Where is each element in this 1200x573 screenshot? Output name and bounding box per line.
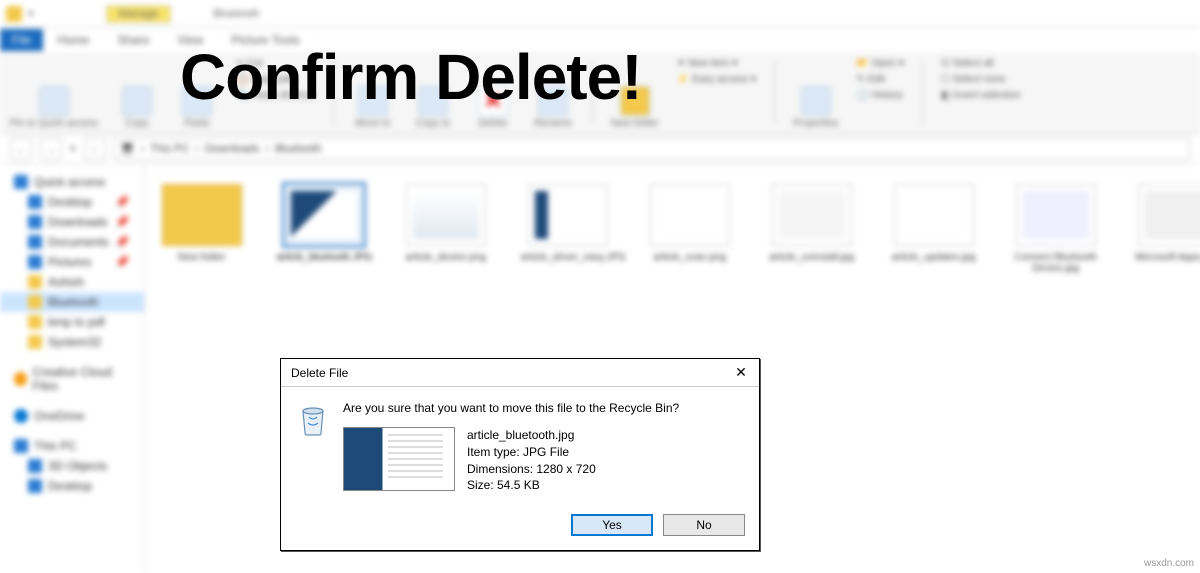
sidebar-desktop2[interactable]: Desktop xyxy=(0,476,144,496)
file-item[interactable]: article_scan.png xyxy=(643,184,737,263)
window-title: Bluetooth xyxy=(213,8,259,20)
headline-text: Confirm Delete! xyxy=(180,40,642,114)
recycle-bin-icon xyxy=(295,401,331,437)
address-bar: ← → ▾ ↑ 🖥 ›This PC ›Downloads ›Bluetooth xyxy=(0,134,1200,164)
sidebar-downloads[interactable]: Downloads📌 xyxy=(0,212,144,232)
app-icon xyxy=(6,6,22,22)
sidebar-onedrive[interactable]: OneDrive xyxy=(0,406,144,426)
delete-file-dialog: Delete File ✕ Are you sure that you want… xyxy=(280,358,760,551)
back-button[interactable]: ← xyxy=(10,138,32,160)
sidebar-system32[interactable]: System32 xyxy=(0,332,144,352)
file-dimensions: Dimensions: 1280 x 720 xyxy=(467,461,596,478)
file-name: article_bluetooth.jpg xyxy=(467,427,596,444)
dialog-title: Delete File xyxy=(291,366,348,380)
yes-button[interactable]: Yes xyxy=(571,514,653,536)
file-size: Size: 54.5 KB xyxy=(467,477,596,494)
ribbon-copy[interactable]: Copy xyxy=(116,56,158,129)
sidebar: Quick access Desktop📌 Downloads📌 Documen… xyxy=(0,164,145,573)
sidebar-this-pc[interactable]: This PC xyxy=(0,436,144,456)
file-item[interactable]: article_updates.jpg xyxy=(887,184,981,263)
ribbon-pin[interactable]: Pin to Quick access xyxy=(10,56,98,129)
file-metadata: article_bluetooth.jpg Item type: JPG Fil… xyxy=(467,427,596,494)
watermark: wsxdn.com xyxy=(1144,558,1194,569)
tab-share[interactable]: Share xyxy=(103,29,163,51)
sidebar-3d-objects[interactable]: 3D Objects xyxy=(0,456,144,476)
sidebar-pictures[interactable]: Pictures📌 xyxy=(0,252,144,272)
sidebar-creative-cloud[interactable]: Creative Cloud Files xyxy=(0,362,144,396)
file-item[interactable]: article_driver_easy.JPG xyxy=(521,184,615,263)
no-button[interactable]: No xyxy=(663,514,745,536)
file-item[interactable]: article_device.png xyxy=(399,184,493,263)
file-thumbnail xyxy=(343,427,455,491)
up-button[interactable]: ↑ xyxy=(84,138,106,160)
sidebar-quick-access[interactable]: Quick access xyxy=(0,172,144,192)
title-bar: ▾ Manage Bluetooth xyxy=(0,0,1200,28)
ribbon-new-extras[interactable]: ✦ New item ▾ ⚡ Easy access ▾ xyxy=(677,56,756,129)
sidebar-desktop[interactable]: Desktop📌 xyxy=(0,192,144,212)
tab-home[interactable]: Home xyxy=(43,29,103,51)
ribbon-open-extras[interactable]: 📂 Open ▾ ✎ Edit 🕒 History xyxy=(857,56,905,129)
ribbon-properties[interactable]: Properties xyxy=(793,56,839,129)
tab-file[interactable]: File xyxy=(0,29,43,51)
dialog-question: Are you sure that you want to move this … xyxy=(343,401,745,415)
dialog-title-bar: Delete File ✕ xyxy=(281,359,759,387)
forward-button[interactable]: → xyxy=(40,138,62,160)
sidebar-bmp[interactable]: bmp to pdf xyxy=(0,312,144,332)
file-item[interactable]: Connect Bluetooth Device.jpg xyxy=(1009,184,1103,274)
ribbon-select[interactable]: ☑ Select all ☐ Select none ◧ Invert sele… xyxy=(941,56,1021,129)
file-item[interactable]: article_bluetooth.JPG xyxy=(277,184,371,263)
close-icon[interactable]: ✕ xyxy=(725,360,757,386)
sidebar-documents[interactable]: Documents📌 xyxy=(0,232,144,252)
file-item[interactable]: Microsoft Apps.png xyxy=(1131,184,1200,263)
manage-tab[interactable]: Manage xyxy=(106,5,172,23)
breadcrumb[interactable]: 🖥 ›This PC ›Downloads ›Bluetooth xyxy=(114,138,1190,160)
sidebar-bluetooth[interactable]: Bluetooth xyxy=(0,292,144,312)
file-item[interactable]: article_uninstall.jpg xyxy=(765,184,859,263)
file-item[interactable]: New folder xyxy=(155,184,249,263)
sidebar-ashish[interactable]: Ashish xyxy=(0,272,144,292)
file-type: Item type: JPG File xyxy=(467,444,596,461)
